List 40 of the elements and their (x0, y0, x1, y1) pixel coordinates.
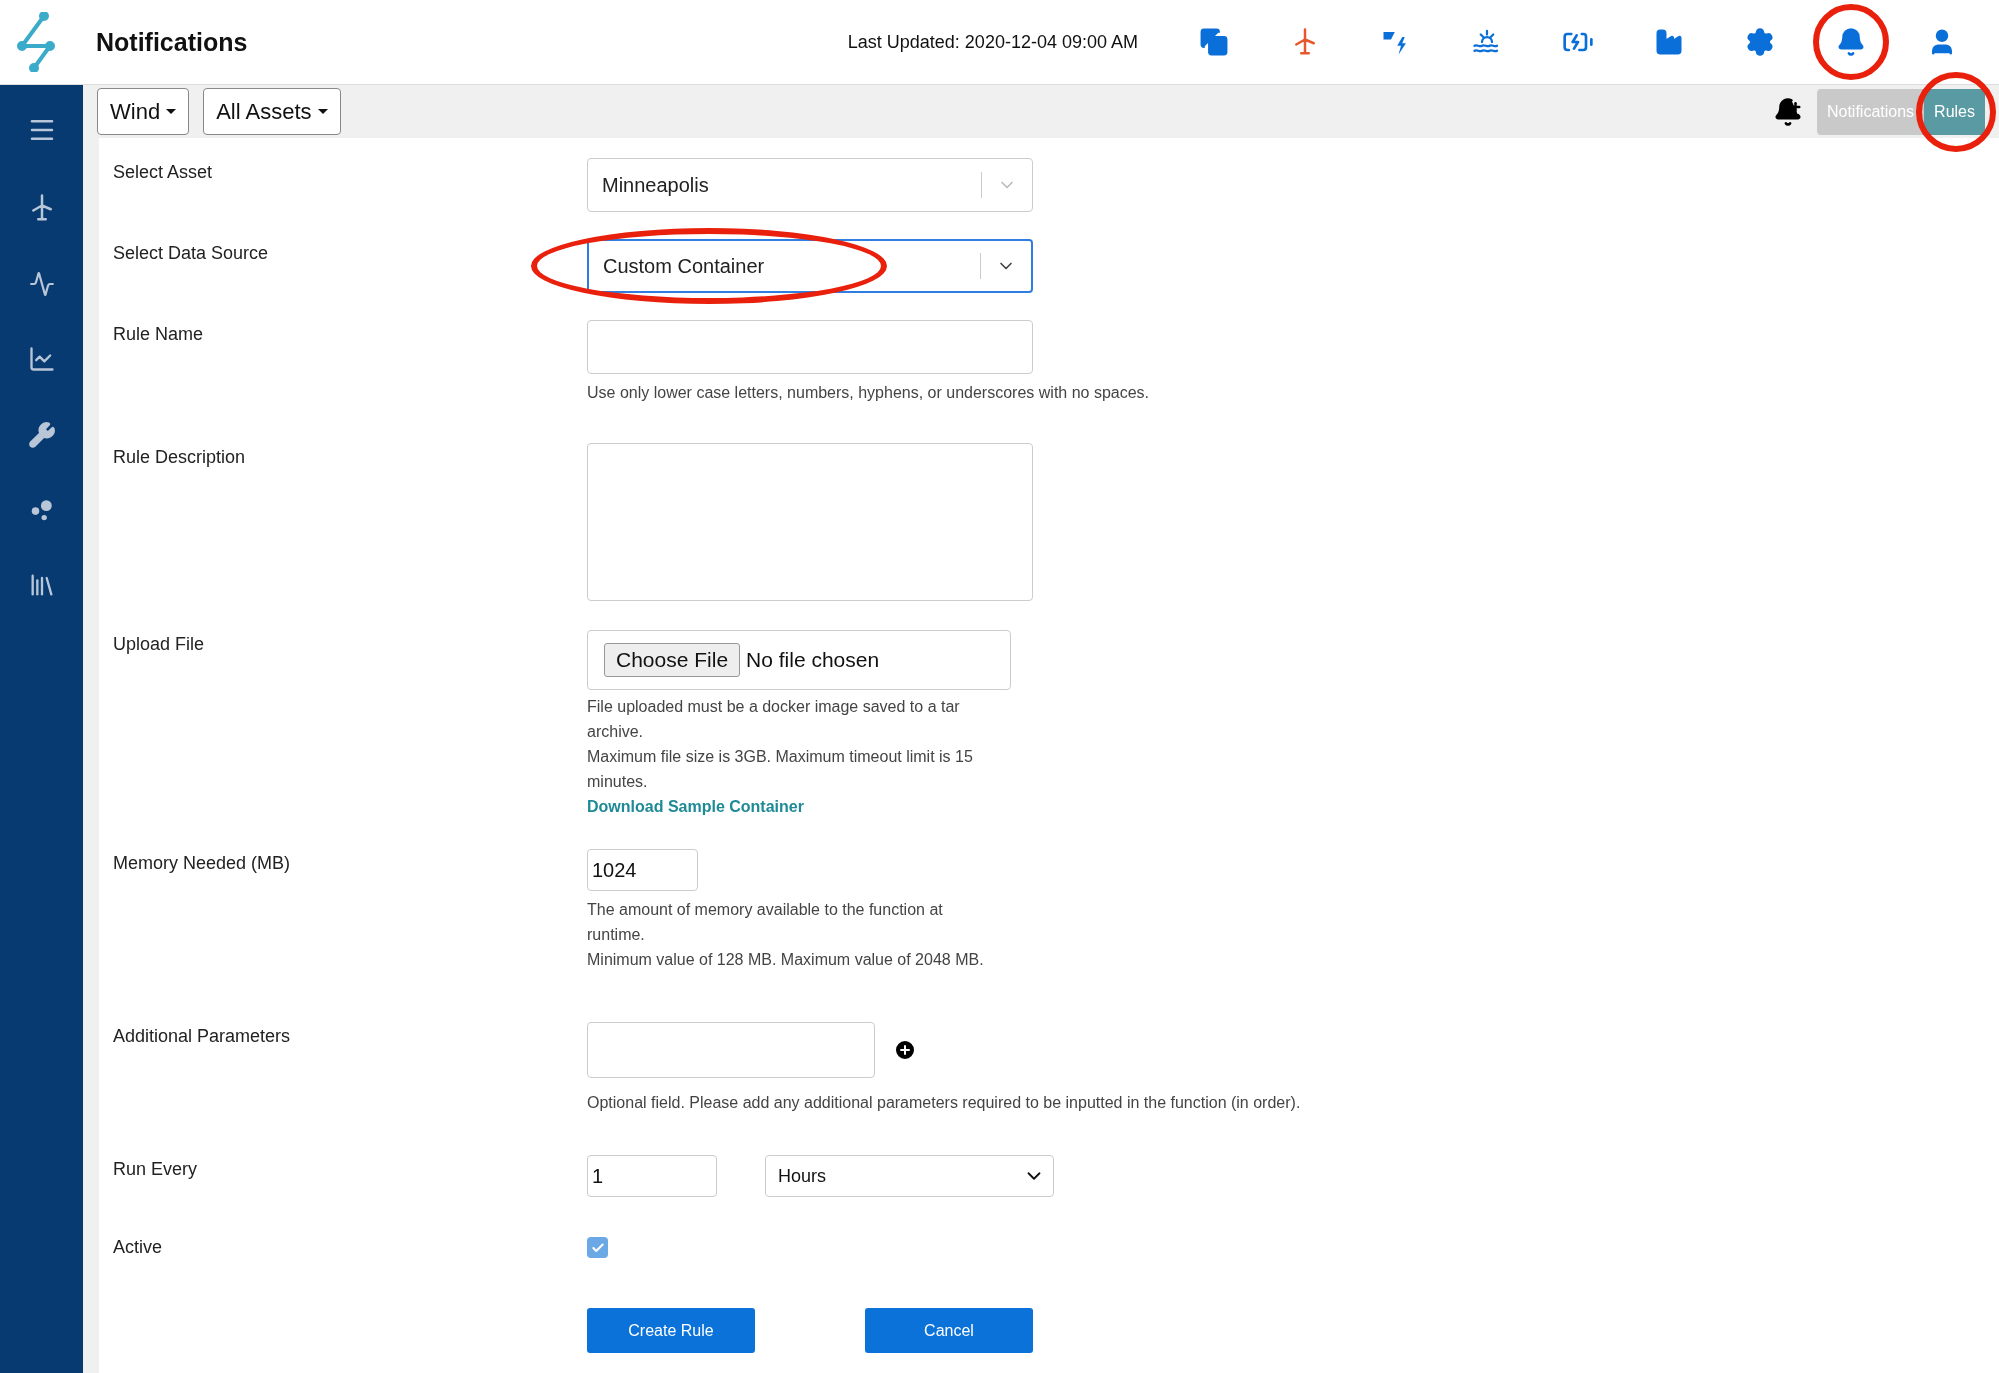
hint-text: File uploaded must be a docker image saved to a tar archive. (587, 697, 961, 742)
select-field[interactable]: Custom Container (587, 239, 1033, 293)
field-label: Memory Needed (MB) (113, 852, 292, 875)
filter-dropdown[interactable]: All Assets (203, 88, 341, 135)
add-circle-icon[interactable] (893, 1038, 917, 1062)
hint-text: Use only lower case letters, numbers, hyphens, or underscores with no spaces. (587, 383, 1150, 403)
textarea-field[interactable] (587, 443, 1033, 601)
field-label: Select Asset (113, 161, 214, 184)
file-status: No file chosen (746, 648, 880, 672)
create-rule-button[interactable]: Create Rule (587, 1308, 755, 1353)
hint-text: Minimum value of 128 MB. Maximum value of 2048 MB. (587, 950, 984, 970)
check-icon (590, 1240, 605, 1255)
pulse-icon[interactable] (28, 271, 55, 297)
filter-dropdown[interactable]: Wind (97, 88, 190, 135)
number-field[interactable]: 1 (587, 1155, 717, 1197)
hint-text: Maximum file size is 3GB. Maximum timeout limit is 15 minutes. (587, 747, 974, 792)
select-field[interactable]: Minneapolis (587, 158, 1033, 212)
cancel-button[interactable]: Cancel (865, 1308, 1033, 1353)
field-label: Rule Description (113, 446, 247, 469)
field-label: Run Every (113, 1158, 199, 1181)
line-chart-icon[interactable] (27, 345, 56, 373)
hint-text: Optional field. Please add any additional parameters required to be inputted in the function (in order). (587, 1093, 1301, 1113)
unit-select[interactable]: Hours (765, 1155, 1054, 1197)
hint-text: The amount of memory available to the function at runtime. (587, 900, 944, 945)
last-updated-text: Last Updated: 2020-12-04 09:00 AM (847, 31, 1138, 53)
field-label: Rule Name (113, 323, 205, 346)
wrench-icon[interactable] (27, 421, 56, 449)
field-label: Select Data Source (113, 242, 270, 265)
field-label: Active (113, 1236, 164, 1258)
checkbox[interactable] (587, 1237, 608, 1258)
logo-icon (16, 12, 58, 72)
text-field[interactable] (587, 320, 1033, 374)
number-field[interactable]: 1024 (587, 849, 698, 891)
page-title: Notifications (96, 27, 248, 57)
field-label: Upload File (113, 633, 206, 656)
parameter-field[interactable] (587, 1022, 875, 1078)
choose-file-button[interactable]: Choose File (604, 643, 741, 677)
file-field[interactable]: Choose File No file chosen (587, 630, 1011, 690)
field-label: Additional Parameters (113, 1025, 292, 1048)
download-link[interactable]: Download Sample Container (587, 794, 804, 819)
